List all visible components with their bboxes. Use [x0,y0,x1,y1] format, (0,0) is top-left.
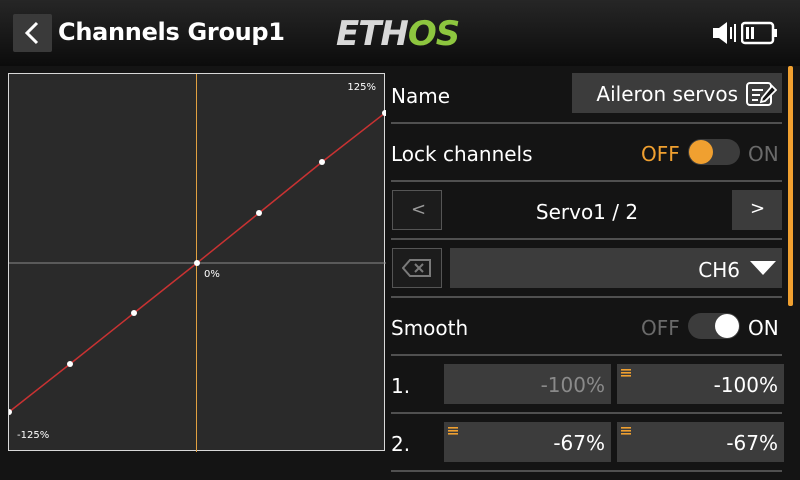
row-divider [391,122,782,124]
top-bar: Channels Group1 ETHOS [0,0,800,66]
point-2-left-value[interactable]: -67% [444,422,611,462]
row-divider [391,180,782,182]
curve-point[interactable] [319,159,325,165]
name-field[interactable]: Aileron servos [572,73,782,113]
clear-channel-button[interactable] [392,248,442,288]
scrollbar[interactable] [788,66,793,306]
channel-value: CH6 [698,258,740,282]
lock-channels-label: Lock channels [391,142,533,166]
smooth-on-label: ON [748,316,779,340]
back-button[interactable] [13,14,52,52]
point-1-right-value[interactable]: -100% [617,364,784,404]
ethos-logo: ETHOS [336,14,460,54]
point-index: 1. [391,374,411,398]
chevron-left-icon [24,21,39,45]
lock-on-label: ON [748,142,779,166]
name-label: Name [391,84,451,108]
point-1-left-value: -100% [444,364,611,404]
channel-select[interactable]: CH6 [450,248,782,288]
toggle-knob [689,140,713,164]
menu-lines-icon [448,427,458,435]
clear-icon [402,259,431,277]
next-servo-button[interactable]: > [732,190,782,230]
battery-icon [741,21,777,45]
menu-lines-icon [621,369,631,377]
curve-graph: 125% 0% -125% [8,73,386,452]
row-divider [391,470,782,472]
point-2-right-value[interactable]: -67% [617,422,784,462]
row-divider [391,296,782,298]
speaker-icon[interactable] [712,20,738,46]
smooth-off-label: OFF [641,316,680,340]
curve-point[interactable] [131,310,137,316]
toggle-knob [715,314,739,338]
curve-plot [9,74,386,452]
page-title: Channels Group1 [58,18,285,46]
graph-center-label: 0% [204,269,220,280]
row-divider [391,354,782,356]
row-divider [391,238,782,240]
point-index: 2. [391,432,411,456]
servo-indicator: Servo1 / 2 [535,200,639,224]
curve-point[interactable] [194,260,200,266]
edit-icon [746,82,777,106]
dropdown-arrow-icon [750,261,776,275]
lock-off-label: OFF [641,142,680,166]
lock-channels-toggle[interactable] [688,139,740,165]
smooth-toggle[interactable] [688,313,740,339]
prev-servo-button[interactable]: < [392,190,442,230]
graph-max-label: 125% [347,82,376,93]
smooth-label: Smooth [391,316,469,340]
menu-lines-icon [621,427,631,435]
row-divider [391,412,782,414]
name-value: Aileron servos [596,82,738,106]
curve-point[interactable] [67,361,73,367]
curve-point[interactable] [256,210,262,216]
graph-min-label: -125% [17,430,50,441]
